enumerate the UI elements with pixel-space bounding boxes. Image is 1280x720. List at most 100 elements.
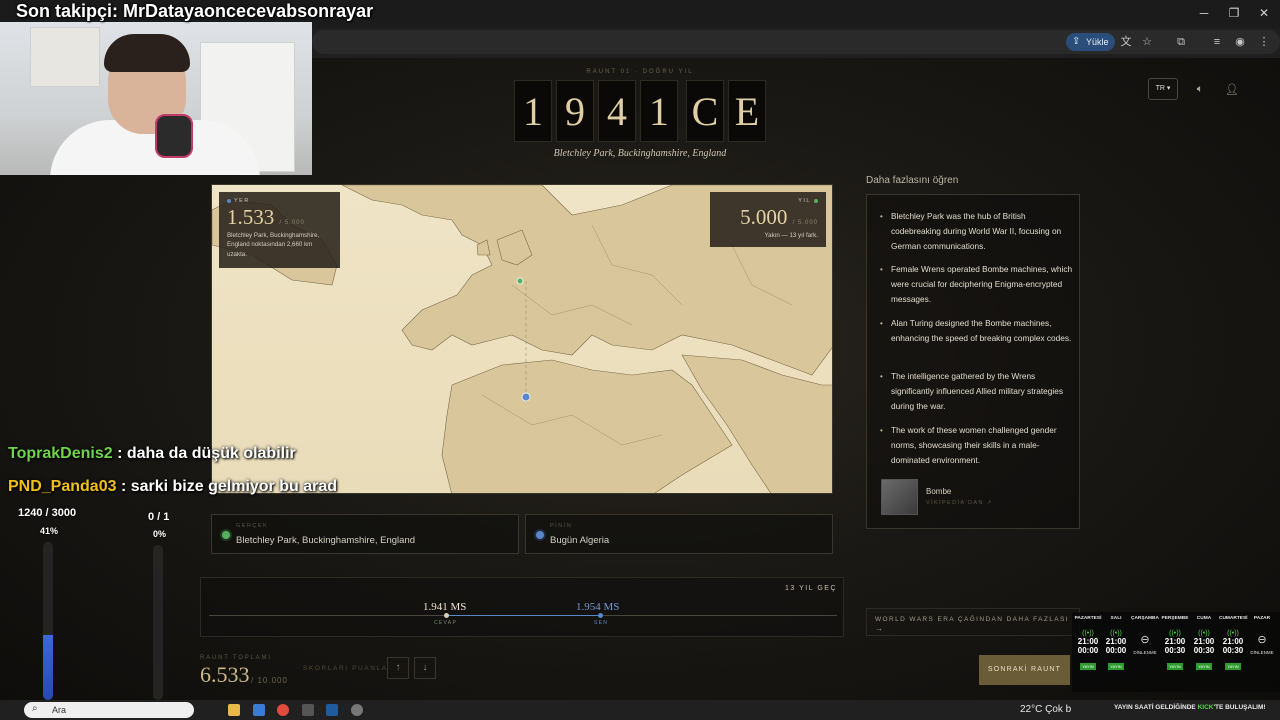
year-digit: 1	[640, 80, 678, 142]
answer-year-label: CEVAP	[434, 620, 458, 626]
arrow-right-icon: →	[875, 624, 883, 633]
goal-1-percent: 41%	[40, 526, 59, 536]
obs-icon[interactable]	[351, 704, 363, 716]
goal-1-fill	[43, 635, 53, 700]
star-icon[interactable]: ☆	[1139, 34, 1155, 50]
live-icon: ((•))	[1198, 630, 1210, 637]
actual-value: Bletchley Park, Buckinghamshire, England	[236, 535, 416, 546]
app-icon[interactable]	[302, 704, 314, 716]
round-total-label: RAUNT TOPLAMI	[200, 655, 272, 661]
downvote-button[interactable]: ↓	[414, 657, 436, 679]
live-icon: ((•))	[1227, 630, 1239, 637]
learn-more-title: Daha fazlasını öğren	[866, 175, 959, 186]
search-placeholder: Ara	[52, 705, 67, 715]
schedule-day: CUMA ((•)) 21:00 00:30 YAYIN	[1190, 616, 1218, 673]
rate-scores-label: SKORLARI PUANLA	[303, 665, 388, 672]
schedule-day: ÇARŞAMBA ⊖ DİNLENME	[1131, 616, 1159, 655]
schedule-day: PAZAR ⊖ DİNLENME	[1248, 616, 1276, 655]
webcam-overlay	[0, 22, 312, 175]
restore-icon[interactable]: ❐	[1224, 6, 1244, 20]
guess-year: 1.954 MS	[576, 601, 620, 613]
chat-text: : daha da düşük olabilir	[112, 445, 296, 462]
live-icon: ((•))	[1169, 630, 1181, 637]
yukle-button[interactable]: Yükle	[1066, 33, 1115, 51]
streamer-hair	[104, 34, 190, 72]
guess-marker	[598, 613, 603, 618]
fact-item: Female Wrens operated Bombe machines, wh…	[880, 262, 1073, 307]
live-icon: ((•))	[1082, 630, 1094, 637]
schedule-day: SALI ((•)) 21:00 00:00 YAYIN	[1102, 616, 1130, 673]
timeline-diff: 13 YIL GEÇ	[785, 585, 837, 592]
store-icon[interactable]	[253, 704, 265, 716]
guess-dot-icon	[536, 531, 544, 539]
place-tag: YER	[234, 198, 250, 204]
place-distance-note: Bletchley Park, Buckinghamshire, England…	[227, 232, 320, 258]
guess-value: Bugün Algeria	[550, 535, 610, 546]
fact-item: Bletchley Park was the hub of British co…	[880, 209, 1073, 254]
year-display: 1 9 4 1 C E	[514, 80, 766, 142]
round-total-max: / 10.000	[251, 676, 288, 685]
extensions-icon[interactable]: ⧉	[1173, 34, 1189, 50]
actual-dot-icon	[814, 198, 818, 203]
weather-widget[interactable]: 22°C Çok b	[1020, 704, 1071, 715]
upvote-button[interactable]: ↑	[387, 657, 409, 679]
last-follower-text: Son takipçi: MrDatayaoncecevabsonrayar	[16, 1, 374, 21]
actual-dot-icon	[222, 531, 230, 539]
close-icon[interactable]: ✕	[1254, 6, 1274, 20]
header-tools: TR ▾ 🔈︎ 👤︎	[1148, 76, 1250, 102]
next-round-button[interactable]: SONRAKİ RAUNT	[979, 655, 1070, 685]
chat-username: PND_Panda03	[8, 478, 117, 495]
search-icon: ⌕	[32, 703, 38, 714]
sound-icon[interactable]: 🔈︎	[1190, 83, 1210, 96]
facts-panel: Bletchley Park was the hub of British co…	[866, 194, 1080, 529]
goal-2-percent: 0%	[153, 529, 167, 539]
goal-1-label: 1240 / 3000	[18, 507, 77, 519]
year-score-max: / 5.000	[792, 220, 818, 226]
schedule-day: PERŞEMBE ((•)) 21:00 00:30 YAYIN	[1161, 616, 1189, 670]
world-map[interactable]: YER 1.533 / 5.000 Bletchley Park, Buckin…	[211, 184, 833, 494]
chat-text: : sarki bize gelmiyor bu arad	[116, 478, 338, 495]
year-timeline: 13 YIL GEÇ 1.941 MS CEVAP 1.954 MS SEN	[200, 577, 844, 637]
chat-message: PND_Panda03 : sarki bize gelmiyor bu ara…	[8, 478, 337, 496]
minimize-icon[interactable]: ─	[1194, 6, 1214, 20]
microphone-icon	[155, 114, 193, 158]
guess-year-label: SEN	[594, 620, 609, 626]
chat-username: ToprakDenis2	[8, 445, 113, 462]
address-bar[interactable]	[312, 30, 1280, 54]
more-from-era-label: WORLD WARS ERA ÇAĞINDAN DAHA FAZLASI	[875, 616, 1069, 623]
windows-taskbar	[0, 700, 1280, 720]
media-icon[interactable]: ≡	[1209, 34, 1225, 50]
schedule-promo: YAYIN SAATİ GELDİĞİNDE KICK'TE BULUŞALIM…	[1114, 704, 1266, 711]
goal-2-label: 0 / 1	[148, 511, 170, 523]
steam-icon[interactable]	[326, 704, 338, 716]
more-from-era-link[interactable]: WORLD WARS ERA ÇAĞINDAN DAHA FAZLASI →	[866, 608, 1080, 636]
chat-message: ToprakDenis2 : daha da düşük olabilir	[8, 445, 296, 463]
profile-icon[interactable]: ◉	[1232, 34, 1248, 50]
place-score-card: YER 1.533 / 5.000 Bletchley Park, Buckin…	[219, 192, 340, 268]
taskbar-search[interactable]	[24, 702, 194, 718]
actual-label: GERÇEK	[236, 523, 269, 529]
wiki-link-source[interactable]: VİKİPEDİA'DAN ↗	[926, 500, 993, 506]
place-score: 1.533	[227, 205, 275, 229]
year-digit: 4	[598, 80, 636, 142]
fact-item: Alan Turing designed the Bombe machines,…	[880, 316, 1073, 346]
user-icon[interactable]: 👤︎	[1222, 83, 1242, 96]
chrome-icon[interactable]	[277, 704, 289, 716]
menu-icon[interactable]: ⋮	[1256, 34, 1272, 50]
guess-dot-icon	[227, 198, 231, 203]
file-explorer-icon[interactable]	[228, 704, 240, 716]
timeline-gap	[446, 615, 601, 616]
actual-location-field: GERÇEK Bletchley Park, Buckinghamshire, …	[211, 514, 519, 554]
bombe-thumbnail[interactable]	[881, 479, 918, 515]
wiki-link-title[interactable]: Bombe	[926, 487, 951, 496]
live-icon: ((•))	[1110, 630, 1122, 637]
guess-location-field: PİNİN Bugün Algeria	[525, 514, 833, 554]
actual-location-pin	[516, 277, 524, 285]
place-score-max: / 5.000	[279, 220, 305, 226]
era-letter: E	[728, 80, 766, 142]
round-total-value: 6.533	[200, 662, 250, 687]
language-select[interactable]: TR ▾	[1148, 78, 1178, 100]
year-tag: YIL	[798, 198, 811, 204]
translate-icon[interactable]: 文	[1118, 34, 1134, 50]
guess-location-pin	[521, 392, 531, 402]
